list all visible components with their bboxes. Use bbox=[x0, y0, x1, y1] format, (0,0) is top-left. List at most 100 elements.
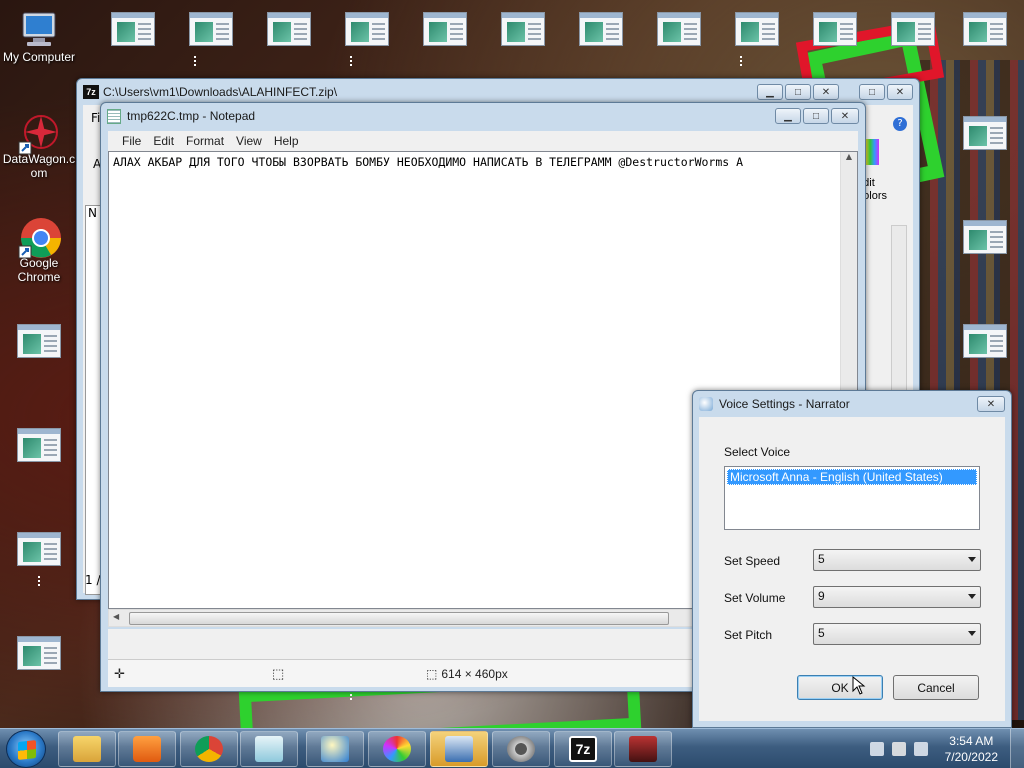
desktop-file-icon[interactable] bbox=[0, 532, 78, 572]
notepad-titlebar[interactable]: tmp622C.tmp - Notepad ▁ □ ✕ bbox=[101, 103, 865, 129]
file-window-icon bbox=[17, 636, 61, 670]
menu-format[interactable]: Format bbox=[180, 134, 230, 148]
maximize-button[interactable]: □ bbox=[859, 84, 885, 100]
desktop-icon-datawagon[interactable]: DataWagon.c om bbox=[0, 112, 78, 180]
menu-edit[interactable]: Edit bbox=[147, 134, 180, 148]
desktop-file-icon[interactable] bbox=[946, 116, 1024, 156]
pitch-select[interactable]: 5 bbox=[813, 623, 981, 645]
scroll-left-icon[interactable]: ◀ bbox=[113, 612, 119, 621]
7zip-icon: 7z bbox=[569, 736, 597, 762]
menu-help[interactable]: Help bbox=[268, 134, 305, 148]
desktop-file-icon[interactable] bbox=[328, 12, 406, 52]
volume-select[interactable]: 9 bbox=[813, 586, 981, 608]
start-button[interactable] bbox=[6, 730, 46, 768]
desktop-file-icon[interactable] bbox=[874, 12, 952, 52]
minimize-button[interactable]: ▁ bbox=[775, 108, 801, 124]
file-window-icon bbox=[17, 324, 61, 358]
edit-colors-label: dit olors bbox=[863, 177, 887, 203]
close-button[interactable]: ✕ bbox=[977, 396, 1005, 412]
taskbar-media-player[interactable] bbox=[118, 731, 176, 767]
file-window-icon bbox=[111, 12, 155, 46]
file-window-icon bbox=[813, 12, 857, 46]
file-window-icon bbox=[17, 428, 61, 462]
icon-label-dots bbox=[194, 56, 196, 66]
desktop-file-icon[interactable] bbox=[0, 324, 78, 364]
speed-select[interactable]: 5 bbox=[813, 549, 981, 571]
file-window-icon bbox=[963, 12, 1007, 46]
selection-size-icon: ⬚ bbox=[272, 665, 285, 681]
taskbar-paint[interactable] bbox=[368, 731, 426, 767]
close-button[interactable]: ✕ bbox=[831, 108, 859, 124]
image-size-icon: ⬚ bbox=[426, 666, 438, 681]
desktop-file-icon[interactable] bbox=[0, 636, 78, 676]
help-icon[interactable]: ? bbox=[893, 117, 907, 131]
remote-desktop-icon bbox=[445, 736, 473, 762]
zip-scrollbar[interactable] bbox=[891, 225, 907, 395]
desktop-file-icon[interactable] bbox=[796, 12, 874, 52]
notepad-icon bbox=[255, 736, 283, 762]
file-window-icon bbox=[579, 12, 623, 46]
taskbar-settings[interactable] bbox=[492, 731, 550, 767]
folder-icon bbox=[73, 736, 101, 762]
taskbar-chrome[interactable] bbox=[180, 731, 238, 767]
taskbar-narrator[interactable] bbox=[306, 731, 364, 767]
desktop-icon-google-chrome[interactable]: Google Chrome bbox=[0, 216, 78, 284]
file-window-icon bbox=[189, 12, 233, 46]
desktop-icon-my-computer[interactable]: My Computer bbox=[0, 10, 78, 64]
voice-dialog-titlebar[interactable]: Voice Settings - Narrator ✕ bbox=[693, 391, 1011, 417]
action-center-flag-icon[interactable] bbox=[892, 742, 906, 756]
zip-column-header[interactable]: N bbox=[86, 206, 100, 220]
desktop-file-icon[interactable] bbox=[172, 12, 250, 52]
clock[interactable]: 3:54 AM 7/20/2022 bbox=[945, 733, 998, 765]
menu-file[interactable]: File bbox=[116, 134, 147, 148]
desktop-file-icon[interactable] bbox=[484, 12, 562, 52]
maximize-button[interactable]: □ bbox=[785, 84, 811, 100]
speed-value: 5 bbox=[818, 552, 825, 566]
desktop-file-icon[interactable] bbox=[946, 12, 1024, 52]
zip-status: 1 / bbox=[85, 573, 101, 587]
taskbar-remote[interactable] bbox=[430, 731, 488, 767]
taskbar-user-app[interactable] bbox=[614, 731, 672, 767]
zip-file-list[interactable]: N bbox=[85, 205, 101, 595]
file-window-icon bbox=[345, 12, 389, 46]
icon-label-dots bbox=[38, 576, 40, 586]
network-icon[interactable] bbox=[870, 742, 884, 756]
volume-icon[interactable] bbox=[914, 742, 928, 756]
desktop-file-icon[interactable] bbox=[946, 220, 1024, 260]
user-app-icon bbox=[629, 736, 657, 762]
minimize-button[interactable]: ▁ bbox=[757, 84, 783, 100]
maximize-button[interactable]: □ bbox=[803, 108, 829, 124]
taskbar-explorer[interactable] bbox=[58, 731, 116, 767]
desktop-file-icon[interactable] bbox=[406, 12, 484, 52]
close-button[interactable]: ✕ bbox=[887, 84, 913, 100]
file-window-icon bbox=[891, 12, 935, 46]
cancel-button[interactable]: Cancel bbox=[893, 675, 979, 700]
show-desktop-button[interactable] bbox=[1010, 729, 1024, 768]
taskbar-7zip[interactable]: 7z bbox=[554, 731, 612, 767]
ok-button[interactable]: OK bbox=[797, 675, 883, 700]
notepad-menubar: File Edit Format View Help bbox=[108, 131, 858, 151]
desktop-file-icon[interactable] bbox=[94, 12, 172, 52]
scroll-up-icon[interactable]: ▲ bbox=[841, 152, 857, 161]
desktop-file-icon[interactable] bbox=[0, 428, 78, 468]
desktop-file-icon[interactable] bbox=[946, 324, 1024, 364]
voice-option-selected[interactable]: Microsoft Anna - English (United States) bbox=[727, 469, 977, 485]
desktop-file-icon[interactable] bbox=[640, 12, 718, 52]
chevron-down-icon bbox=[968, 557, 976, 562]
menu-view[interactable]: View bbox=[230, 134, 268, 148]
taskbar-notepad[interactable] bbox=[240, 731, 298, 767]
desktop-file-icon[interactable] bbox=[718, 12, 796, 52]
volume-value: 9 bbox=[818, 589, 825, 603]
desktop-file-icon[interactable] bbox=[562, 12, 640, 52]
taskbar: 7z 3:54 AM 7/20/2022 bbox=[0, 728, 1024, 768]
desktop-icon-label: My Computer bbox=[2, 50, 76, 64]
close-button[interactable]: ✕ bbox=[813, 84, 839, 100]
voice-dialog-title: Voice Settings - Narrator bbox=[719, 397, 850, 411]
zip-menu-fragment[interactable]: Fi bbox=[91, 111, 100, 125]
media-player-icon bbox=[133, 736, 161, 762]
desktop-file-icon[interactable] bbox=[250, 12, 328, 52]
file-window-icon bbox=[963, 324, 1007, 358]
voice-listbox[interactable]: Microsoft Anna - English (United States) bbox=[724, 466, 980, 530]
file-window-icon bbox=[963, 220, 1007, 254]
horizontal-scroll-thumb[interactable] bbox=[129, 612, 669, 625]
